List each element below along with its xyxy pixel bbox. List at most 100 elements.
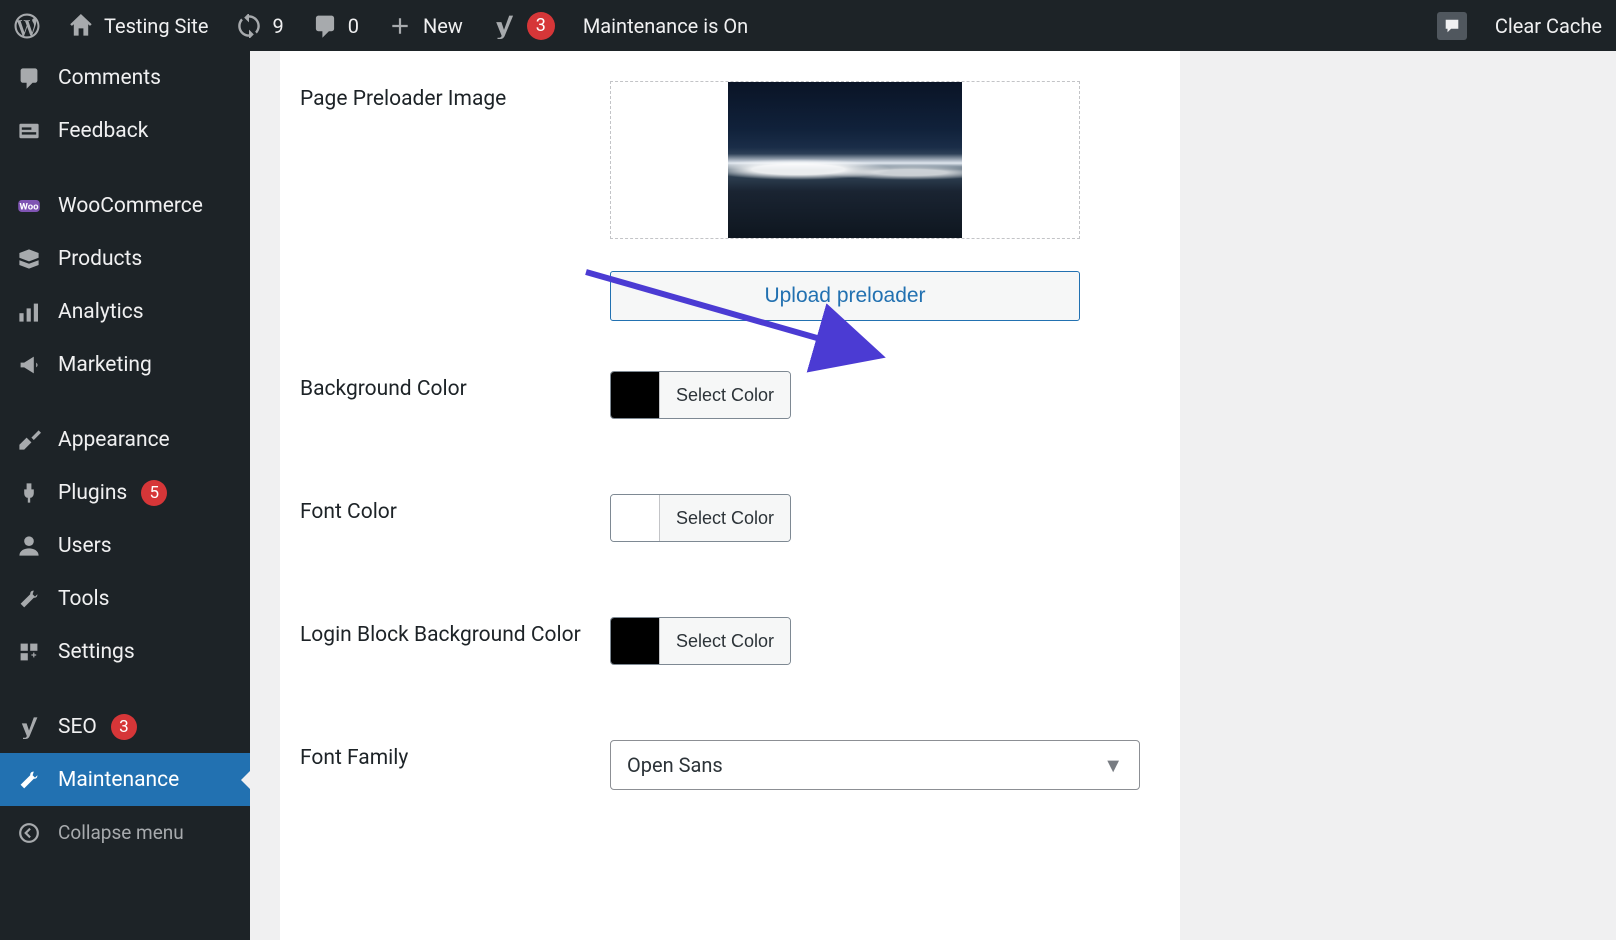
- maintenance-icon: [14, 768, 44, 792]
- seo-icon: [14, 715, 44, 739]
- login-bg-color-picker: Select Color: [610, 617, 791, 665]
- collapse-menu[interactable]: Collapse menu: [0, 806, 250, 859]
- bg-color-swatch[interactable]: [611, 372, 659, 418]
- sidebar-item-woo[interactable]: Woo WooCommerce: [0, 179, 250, 232]
- login-bg-label: Login Block Background Color: [300, 617, 610, 649]
- refresh-icon: [236, 13, 262, 39]
- sidebar-item-label: Appearance: [58, 428, 170, 452]
- sidebar-item-label: Users: [58, 534, 112, 558]
- content-area: Page Preloader Image Upload preloader Ba…: [250, 51, 1616, 940]
- sidebar-item-label: Settings: [58, 640, 135, 664]
- row-font-color: Font Color Select Color: [300, 494, 1160, 545]
- yoast-badge: 3: [527, 12, 555, 40]
- updates-count: 9: [272, 14, 283, 38]
- menu-separator: [0, 391, 250, 413]
- comments-count: 0: [348, 14, 359, 38]
- sidebar-item-tools[interactable]: Tools: [0, 572, 250, 625]
- row-background-color: Background Color Select Color: [300, 371, 1160, 422]
- sidebar-item-feedback[interactable]: Feedback: [0, 104, 250, 157]
- bg-color-picker: Select Color: [610, 371, 791, 419]
- appearance-icon: [14, 428, 44, 452]
- comment-icon: [312, 13, 338, 39]
- site-link[interactable]: Testing Site: [54, 0, 222, 51]
- sidebar-item-label: Products: [58, 247, 142, 271]
- woo-icon: Woo: [14, 194, 44, 218]
- marketing-icon: [14, 353, 44, 377]
- products-icon: [14, 247, 44, 271]
- upload-preloader-button[interactable]: Upload preloader: [610, 271, 1080, 321]
- sidebar-item-label: Feedback: [58, 119, 148, 143]
- yoast-icon: [491, 13, 517, 39]
- sidebar-item-products[interactable]: Products: [0, 232, 250, 285]
- chevron-down-icon: ▼: [1103, 753, 1123, 778]
- plugins-icon: [14, 481, 44, 505]
- font-select-color-button[interactable]: Select Color: [659, 495, 790, 541]
- sidebar-item-settings[interactable]: Settings: [0, 625, 250, 678]
- notifications-link[interactable]: [1423, 0, 1481, 51]
- admin-sidebar: Comments Feedback Woo WooCommerce Products An…: [0, 51, 250, 940]
- row-preloader-image: Page Preloader Image Upload preloader: [300, 81, 1160, 321]
- menu-separator: [0, 157, 250, 179]
- sidebar-item-maintenance[interactable]: Maintenance: [0, 753, 250, 806]
- login-bg-select-color-button[interactable]: Select Color: [659, 618, 790, 664]
- new-link[interactable]: New: [373, 0, 477, 51]
- comments-link[interactable]: 0: [298, 0, 373, 51]
- sidebar-item-label: WooCommerce: [58, 194, 203, 218]
- settings-panel: Page Preloader Image Upload preloader Ba…: [280, 51, 1180, 940]
- maintenance-label: Maintenance is On: [583, 14, 748, 38]
- svg-text:Woo: Woo: [19, 201, 39, 212]
- feedback-icon: [14, 119, 44, 143]
- users-icon: [14, 534, 44, 558]
- menu-badge: 5: [141, 480, 167, 506]
- updates-link[interactable]: 9: [222, 0, 297, 51]
- sidebar-item-label: Marketing: [58, 353, 152, 377]
- login-bg-color-swatch[interactable]: [611, 618, 659, 664]
- sidebar-item-label: SEO: [58, 715, 97, 739]
- font-color-picker: Select Color: [610, 494, 791, 542]
- plus-icon: [387, 13, 413, 39]
- font-family-value: Open Sans: [627, 753, 723, 777]
- wordpress-icon: [14, 13, 40, 39]
- font-color-label: Font Color: [300, 494, 610, 526]
- sidebar-item-label: Tools: [58, 587, 109, 611]
- analytics-icon: [14, 300, 44, 324]
- row-login-bg-color: Login Block Background Color Select Colo…: [300, 617, 1160, 668]
- preloader-thumbnail: [728, 82, 962, 238]
- sidebar-item-label: Comments: [58, 66, 161, 90]
- bg-color-label: Background Color: [300, 371, 610, 403]
- collapse-icon: [14, 822, 44, 844]
- row-font-family: Font Family Open Sans ▼: [300, 740, 1160, 790]
- font-color-swatch[interactable]: [611, 495, 659, 541]
- home-icon: [68, 13, 94, 39]
- menu-separator: [0, 678, 250, 700]
- tools-icon: [14, 587, 44, 611]
- admin-bar: Testing Site 9 0 New 3 Maintenance is On…: [0, 0, 1616, 51]
- sidebar-item-seo[interactable]: SEO 3: [0, 700, 250, 753]
- preloader-image-box[interactable]: [610, 81, 1080, 239]
- sidebar-item-label: Analytics: [58, 300, 144, 324]
- sidebar-item-users[interactable]: Users: [0, 519, 250, 572]
- maintenance-status[interactable]: Maintenance is On: [569, 0, 762, 51]
- preloader-label: Page Preloader Image: [300, 81, 610, 113]
- site-title: Testing Site: [104, 14, 208, 38]
- speech-bubble-icon: [1437, 12, 1467, 40]
- collapse-label: Collapse menu: [58, 821, 184, 844]
- new-label: New: [423, 14, 463, 38]
- sidebar-item-label: Plugins: [58, 481, 127, 505]
- bg-select-color-button[interactable]: Select Color: [659, 372, 790, 418]
- settings-icon: [14, 640, 44, 664]
- sidebar-item-analytics[interactable]: Analytics: [0, 285, 250, 338]
- sidebar-item-marketing[interactable]: Marketing: [0, 338, 250, 391]
- sidebar-item-label: Maintenance: [58, 768, 179, 792]
- sidebar-item-plugins[interactable]: Plugins 5: [0, 466, 250, 519]
- clear-cache-label: Clear Cache: [1495, 14, 1602, 38]
- wp-logo[interactable]: [0, 0, 54, 51]
- font-family-label: Font Family: [300, 740, 610, 772]
- font-family-select[interactable]: Open Sans ▼: [610, 740, 1140, 790]
- yoast-link[interactable]: 3: [477, 0, 569, 51]
- menu-badge: 3: [111, 714, 137, 740]
- sidebar-item-comments[interactable]: Comments: [0, 51, 250, 104]
- sidebar-item-appearance[interactable]: Appearance: [0, 413, 250, 466]
- comments-icon: [14, 66, 44, 90]
- clear-cache-link[interactable]: Clear Cache: [1481, 0, 1616, 51]
